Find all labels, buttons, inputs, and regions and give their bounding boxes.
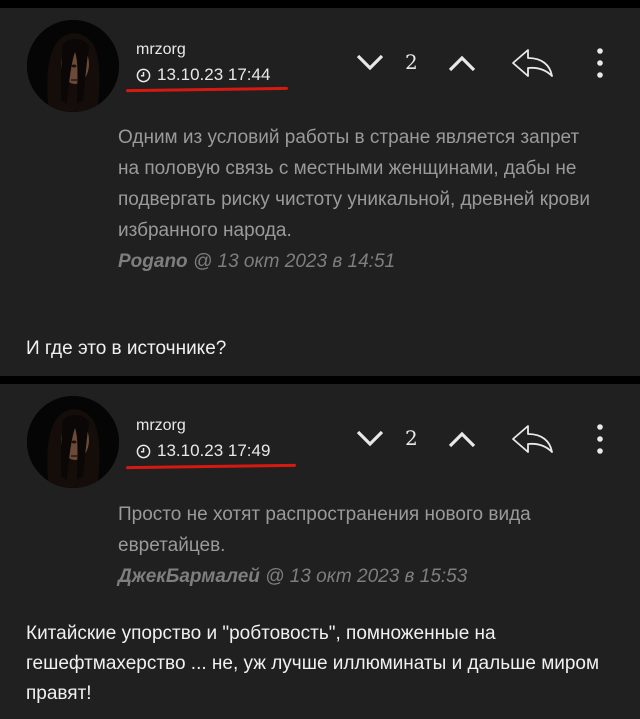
red-underline-mark — [125, 463, 297, 470]
comment-card: mrzorg 13.10.23 17:44 2 Одним из условий… — [0, 8, 640, 376]
comment-datetime: 13.10.23 17:49 — [157, 441, 271, 460]
comment-author[interactable]: mrzorg — [136, 417, 186, 435]
avatar[interactable] — [27, 396, 119, 488]
comment-actions: 2 — [350, 48, 620, 84]
vote-count: 2 — [405, 426, 418, 450]
clock-icon — [136, 444, 151, 458]
chevron-up-icon[interactable] — [446, 424, 478, 452]
more-vertical-icon[interactable] — [594, 422, 606, 456]
reply-icon[interactable] — [510, 422, 556, 456]
chevron-up-icon[interactable] — [446, 48, 478, 76]
quote-text: Просто не хотят распространения нового в… — [118, 504, 531, 556]
comment-actions: 2 — [350, 424, 620, 460]
quote-time[interactable]: @ 13 окт 2023 в 15:53 — [265, 566, 467, 587]
comment-card: mrzorg 13.10.23 17:49 2 Просто не хотят … — [0, 384, 640, 719]
chevron-down-icon[interactable] — [354, 48, 386, 76]
comment-author[interactable]: mrzorg — [136, 41, 186, 59]
quote-time[interactable]: @ 13 окт 2023 в 14:51 — [193, 251, 395, 272]
chevron-down-icon[interactable] — [354, 424, 386, 452]
comment-datetime: 13.10.23 17:44 — [157, 65, 271, 84]
vote-count: 2 — [405, 50, 418, 74]
quote-text: Одним из условий работы в стране являетс… — [118, 127, 590, 241]
red-underline-mark — [125, 86, 289, 93]
quote-meta: Pogano @ 13 окт 2023 в 14:51 — [118, 246, 598, 277]
more-vertical-icon[interactable] — [594, 46, 606, 80]
comment-text: Китайские упорство и "робтовость", помно… — [26, 623, 600, 704]
quote-meta: ДжекБармалей @ 13 окт 2023 в 15:53 — [118, 561, 598, 592]
quote-author-link[interactable]: ДжекБармалей — [118, 566, 260, 587]
quote-author-link[interactable]: Pogano — [118, 251, 188, 272]
clock-icon — [136, 68, 151, 82]
reply-icon[interactable] — [510, 46, 556, 80]
comment-text: И где это в источнике? — [26, 338, 227, 359]
quoted-comment: Одним из условий работы в стране являетс… — [118, 122, 598, 277]
quoted-comment: Просто не хотят распространения нового в… — [118, 499, 598, 592]
comment-date: 13.10.23 17:49 — [136, 441, 270, 461]
avatar[interactable] — [27, 20, 119, 112]
comment-date: 13.10.23 17:44 — [136, 65, 270, 85]
